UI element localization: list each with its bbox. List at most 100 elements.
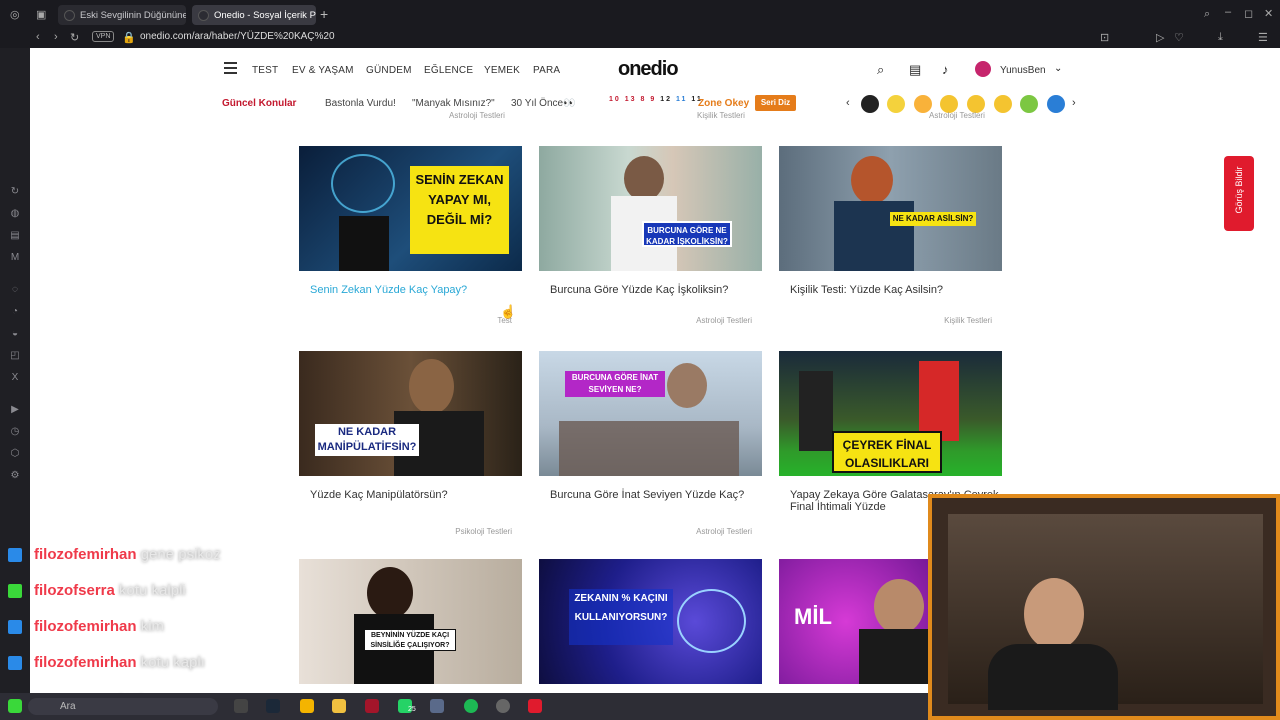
article-card[interactable]: BEYNİNİN YÜZDE KAÇI SİNSİLİĞE ÇALIŞIYOR? (299, 559, 522, 684)
nav-item-para[interactable]: PARA (533, 65, 560, 76)
tab-onedio[interactable]: Onedio - Sosyal İçerik Platf (192, 5, 316, 25)
trend-item[interactable]: Bastonla Vurdu! (325, 98, 396, 109)
chevron-right-icon[interactable]: › (1072, 97, 1076, 109)
search-icon[interactable]: ⌕ (877, 62, 884, 78)
chevron-left-icon[interactable]: ‹ (846, 97, 850, 109)
chat-icon[interactable]: ▤ (909, 62, 921, 78)
chevron-down-icon[interactable]: ⌄ (1054, 63, 1062, 74)
start-icon[interactable] (8, 699, 22, 713)
nav-item-eglence[interactable]: EĞLENCE (424, 65, 473, 76)
sidebar-bag-icon[interactable]: ◍ (9, 208, 21, 220)
card-category[interactable]: Psikoloji Testleri (455, 527, 512, 536)
avatar[interactable] (975, 61, 991, 77)
pin-icon[interactable]: ⊡ (1100, 31, 1109, 44)
minimize-icon[interactable]: – (1225, 6, 1231, 18)
sidebar-cube-icon[interactable]: ⬡ (9, 448, 21, 460)
url-field[interactable]: onedio.com/ara/haber/YÜZDE%20KAÇ%20 (140, 31, 335, 42)
article-card[interactable]: ZEKANIN % KAÇINI KULLANIYORSUN? (539, 559, 762, 684)
zone-okey-link[interactable]: Zone Okey (698, 98, 749, 109)
bell-icon[interactable]: ♪ (942, 62, 949, 77)
player-figure (919, 361, 959, 441)
heart-icon[interactable]: ♡ (1174, 31, 1184, 44)
card-thumbnail[interactable]: BURCUNA GÖRE NE KADAR İŞKOLİKSİN? (539, 146, 762, 271)
flash-icon[interactable] (528, 699, 542, 713)
sidebar-whatsapp-icon[interactable]: ◔ (9, 306, 21, 318)
novice-emoji-icon[interactable] (1047, 95, 1065, 113)
nav-item-test[interactable]: TEST (252, 65, 278, 76)
card-thumbnail[interactable]: BEYNİNİN YÜZDE KAÇI SİNSİLİĞE ÇALIŞIYOR? (299, 559, 522, 684)
mask-emoji-icon[interactable] (887, 95, 905, 113)
card-title[interactable]: Burcuna Göre Yüzde Kaç İşkoliksin? (550, 284, 762, 296)
card-thumbnail[interactable]: SENİN ZEKAN YAPAY MI, DEĞİL Mİ? (299, 146, 522, 271)
card-thumbnail[interactable]: ZEKANIN % KAÇINI KULLANIYORSUN? (539, 559, 762, 684)
menu-icon[interactable]: ☰ (1258, 31, 1268, 44)
site-logo[interactable]: onedio (618, 58, 679, 81)
app-icon[interactable] (430, 699, 444, 713)
sidebar-discord-icon[interactable]: ◒ (9, 328, 21, 340)
card-title[interactable]: Senin Zekan Yüzde Kaç Yapay? (310, 284, 522, 296)
workspaces-icon[interactable]: ▣ (36, 8, 46, 21)
task-view-icon[interactable] (234, 699, 248, 713)
forward-icon[interactable]: › (54, 31, 58, 43)
folder-icon[interactable] (332, 699, 346, 713)
article-card[interactable]: NE KADAR ASİLSİN? Kişilik Testi: Yüzde K… (779, 146, 1002, 331)
obs-icon[interactable] (496, 699, 510, 713)
search-icon[interactable]: ⌕ (1204, 8, 1210, 21)
feedback-button[interactable]: Görüş Bildir (1224, 156, 1254, 231)
wtf-emoji-icon[interactable] (861, 95, 879, 113)
hamburger-icon[interactable] (224, 62, 237, 74)
card-thumbnail[interactable]: BURCUNA GÖRE İNAT SEVİYEN NE? (539, 351, 762, 476)
steam-icon[interactable] (266, 699, 280, 713)
sidebar-m-icon[interactable]: M (9, 252, 21, 264)
card-thumbnail[interactable]: NE KADAR ASİLSİN? (779, 146, 1002, 271)
browser-logo-icon[interactable]: ◎ (10, 8, 20, 21)
card-category[interactable]: Astroloji Testleri (696, 527, 752, 536)
close-icon[interactable]: ✕ (1264, 7, 1273, 20)
plus-icon[interactable]: + (320, 6, 328, 22)
card-category[interactable]: Kişilik Testleri (697, 111, 745, 120)
nav-item-gundem[interactable]: GÜNDEM (366, 65, 412, 76)
sidebar-refresh-icon[interactable]: ↻ (9, 186, 21, 198)
card-category[interactable]: Astroloji Testleri (696, 316, 752, 325)
card-category[interactable]: Astroloji Testleri (929, 111, 985, 120)
sidebar-settings-icon[interactable]: ⚙ (9, 470, 21, 482)
seri-diz-button[interactable]: Seri Diz (755, 95, 796, 111)
taskbar-search[interactable] (28, 698, 218, 715)
card-title[interactable]: Kişilik Testi: Yüzde Kaç Asilsin? (790, 284, 1002, 296)
lotto-numbers[interactable]: 10 13 8 9 12 11 11 (609, 96, 703, 103)
play-icon[interactable]: ▷ (1156, 31, 1164, 44)
download-icon[interactable]: ⤓ (1218, 31, 1223, 44)
card-thumbnail[interactable]: ÇEYREK FİNAL OLASILIKLARI (779, 351, 1002, 476)
opera-icon[interactable] (365, 699, 379, 713)
article-card[interactable]: SENİN ZEKAN YAPAY MI, DEĞİL Mİ? Senin Ze… (299, 146, 522, 331)
article-card[interactable]: BURCUNA GÖRE NE KADAR İŞKOLİKSİN? Burcun… (539, 146, 762, 331)
sidebar-messenger-icon[interactable]: ◌ (9, 284, 21, 296)
trend-item[interactable]: "Manyak Mısınız?" (412, 98, 495, 109)
username[interactable]: YunusBen (1000, 65, 1046, 76)
spotify-icon[interactable] (464, 699, 478, 713)
card-category[interactable]: Astroloji Testleri (449, 111, 505, 120)
card-title[interactable]: Burcuna Göre İnat Seviyen Yüzde Kaç? (550, 489, 762, 501)
sidebar-instagram-icon[interactable]: ◰ (9, 350, 21, 362)
back-icon[interactable]: ‹ (36, 31, 40, 43)
sidebar-clock-icon[interactable]: ◷ (9, 426, 21, 438)
trend-item[interactable]: 30 Yıl Önce👀 (511, 98, 576, 109)
nav-item-yemek[interactable]: YEMEK (484, 65, 520, 76)
laugh-emoji-icon[interactable] (994, 95, 1012, 113)
card-category[interactable]: Kişilik Testleri (944, 316, 992, 325)
article-card[interactable]: BURCUNA GÖRE İNAT SEVİYEN NE? Burcuna Gö… (539, 351, 762, 536)
vpn-badge[interactable]: VPN (92, 31, 115, 42)
tab-eski-sevgili[interactable]: Eski Sevgilinin Düğününe (58, 5, 186, 25)
store-icon[interactable] (300, 699, 314, 713)
card-thumbnail[interactable]: NE KADAR MANİPÜLATİFSİN? (299, 351, 522, 476)
tree-emoji-icon[interactable] (1020, 95, 1038, 113)
article-card[interactable]: NE KADAR MANİPÜLATİFSİN? Yüzde Kaç Manip… (299, 351, 522, 536)
nav-item-ev-yasam[interactable]: EV & YAŞAM (292, 65, 354, 76)
reload-icon[interactable]: ↻ (70, 31, 79, 44)
card-title[interactable]: Yüzde Kaç Manipülatörsün? (310, 489, 522, 501)
brain-icon (677, 589, 746, 653)
sidebar-x-icon[interactable]: X (9, 372, 21, 384)
sidebar-card-icon[interactable]: ▤ (9, 230, 21, 242)
maximize-icon[interactable]: ◻ (1244, 7, 1253, 20)
sidebar-play-icon[interactable]: ▶ (9, 404, 21, 416)
